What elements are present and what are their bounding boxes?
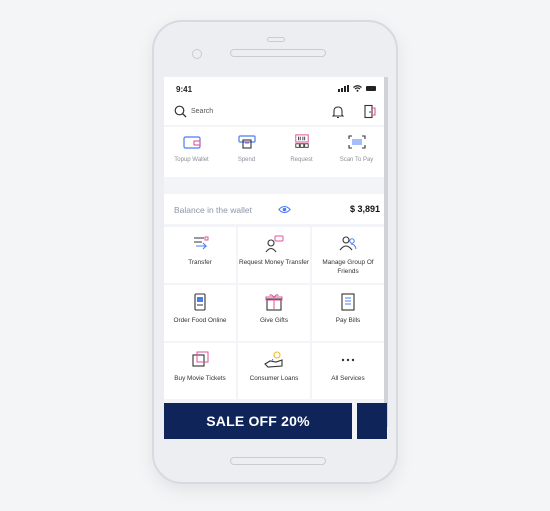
app-screen: 9:41 Search Topup Wallet Spend Request S… — [164, 77, 388, 439]
service-label: Request Money Transfer — [239, 259, 309, 266]
next-banner[interactable] — [357, 403, 387, 439]
barcode-request-icon — [294, 134, 309, 148]
more-icon — [341, 358, 355, 362]
service-all-services[interactable]: All Services — [312, 343, 384, 399]
request-money-icon — [265, 235, 284, 253]
quick-actions: Topup Wallet Spend Request Scan To Pay — [164, 127, 384, 177]
service-manage-group[interactable]: Manage Group Of Friends — [312, 227, 384, 283]
phone-speaker — [230, 49, 326, 57]
service-label: Order Food Online — [173, 317, 227, 324]
scrollbar[interactable] — [384, 77, 388, 427]
signal-icon — [338, 85, 349, 92]
phone-top-slot — [267, 37, 285, 42]
service-label: Pay Bills — [335, 317, 361, 324]
service-consumer-loans[interactable]: Consumer Loans — [238, 343, 310, 399]
phone-camera — [192, 49, 202, 59]
service-pay-bills[interactable]: Pay Bills — [312, 285, 384, 341]
service-label: All Services — [331, 375, 365, 382]
status-icons — [338, 85, 376, 92]
phone-frame: 9:41 Search Topup Wallet Spend Request S… — [152, 20, 398, 484]
wallet-balance: Balance in the wallet $ 3,891 — [164, 194, 384, 224]
ticket-icon — [192, 351, 209, 367]
service-label: Give Gifts — [259, 317, 289, 324]
balance-amount: $ 3,891 — [349, 204, 380, 214]
gift-icon — [265, 294, 283, 311]
service-movie-tickets[interactable]: Buy Movie Tickets — [164, 343, 236, 399]
service-label: Consumer Loans — [249, 375, 299, 382]
phone-home-button — [230, 457, 326, 465]
service-transfer[interactable]: Transfer — [164, 227, 236, 283]
balance-label: Balance in the wallet — [174, 205, 252, 215]
quick-action-label: Topup Wallet — [174, 157, 209, 163]
status-bar: 9:41 — [164, 77, 384, 99]
quick-action-spend[interactable]: Spend — [219, 127, 274, 177]
loan-icon — [264, 351, 283, 368]
group-icon — [339, 236, 357, 251]
service-give-gifts[interactable]: Give Gifts — [238, 285, 310, 341]
atm-icon — [237, 135, 256, 149]
wallet-icon — [182, 136, 201, 149]
quick-action-scan[interactable]: Scan To Pay — [329, 127, 384, 177]
eye-icon[interactable] — [278, 205, 291, 214]
bill-icon — [341, 293, 355, 311]
quick-action-label: Scan To Pay — [339, 157, 374, 163]
transfer-icon — [194, 236, 209, 250]
status-time: 9:41 — [176, 85, 193, 94]
service-request-money[interactable]: Request Money Transfer — [238, 227, 310, 283]
quick-action-request[interactable]: Request — [274, 127, 329, 177]
scan-barcode-icon — [347, 135, 366, 149]
bell-icon[interactable] — [332, 105, 344, 119]
sale-banner[interactable]: SALE OFF 20% — [164, 403, 352, 439]
battery-icon — [366, 86, 376, 91]
logout-icon[interactable] — [363, 104, 377, 119]
food-icon — [194, 293, 206, 311]
quick-action-topup[interactable]: Topup Wallet — [164, 127, 219, 177]
service-label: Buy Movie Tickets — [174, 375, 226, 382]
banner-text: SALE OFF 20% — [206, 413, 310, 429]
search-bar[interactable]: Search — [164, 99, 384, 125]
service-label: Transfer — [188, 259, 212, 266]
search-input[interactable]: Search — [191, 108, 213, 115]
search-icon[interactable] — [174, 105, 187, 118]
service-label: Manage Group Of Friends — [322, 259, 374, 275]
wifi-icon — [353, 85, 362, 92]
quick-action-label: Spend — [237, 157, 256, 163]
quick-action-label: Request — [290, 157, 313, 163]
service-order-food[interactable]: Order Food Online — [164, 285, 236, 341]
